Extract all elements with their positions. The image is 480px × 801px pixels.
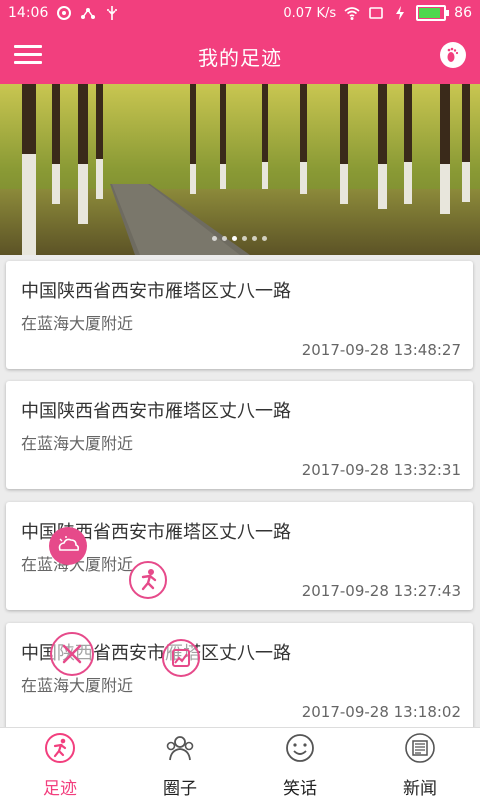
carousel-dot[interactable] (212, 236, 217, 241)
record-time: 2017-09-28 13:48:27 (301, 341, 461, 359)
app-bar: 我的足迹 (0, 28, 480, 84)
newspaper-icon (405, 733, 435, 763)
carousel-dot[interactable] (242, 236, 247, 241)
bottom-navigation: 足迹 圈子 笑话 新闻 (0, 727, 480, 801)
record-nearby: 在蓝海大厦附近 (21, 314, 134, 333)
record-address: 中国陕西省西安市雁塔区丈八一路 (21, 281, 291, 302)
carousel-dot[interactable] (262, 236, 267, 241)
smiley-icon (286, 734, 314, 762)
running-button[interactable] (129, 561, 167, 599)
chart-icon (172, 649, 190, 667)
nav-label: 圈子 (163, 779, 197, 799)
record-time: 2017-09-28 13:32:31 (301, 461, 461, 479)
chart-button[interactable] (162, 639, 200, 677)
carousel-dot[interactable] (252, 236, 257, 241)
running-icon (45, 733, 75, 763)
footprint-record-card[interactable]: 中国陕西省西安市雁塔区丈八一路 在蓝海大厦附近 2017-09-28 13:32:3… (6, 381, 473, 489)
forest-path-photo (0, 84, 480, 255)
footprint-record-card[interactable]: 中国陕西省西安市雁塔区丈八一路 在蓝海大厦附近 2017-09-28 13:48:2… (6, 261, 473, 369)
nav-item-footprint[interactable]: 足迹 (0, 728, 120, 801)
footprint-icon[interactable] (440, 42, 466, 68)
wifi-icon (344, 7, 360, 20)
battery-level: 86 (454, 5, 472, 21)
network-speed: 0.07 K/s (283, 5, 337, 21)
group-icon (166, 736, 194, 761)
weather-button[interactable] (49, 527, 87, 565)
nav-item-news[interactable]: 新闻 (360, 728, 480, 801)
close-icon (62, 644, 82, 664)
banner-carousel[interactable] (0, 84, 480, 255)
running-icon (141, 569, 157, 591)
record-time: 2017-09-28 13:27:43 (301, 582, 461, 600)
carousel-dot[interactable] (222, 236, 227, 241)
record-address: 中国陕西省西安市雁塔区丈八一路 (21, 401, 291, 422)
charging-icon (396, 6, 405, 20)
app-notification-icon (57, 6, 72, 20)
page-title: 我的足迹 (198, 46, 282, 70)
status-time: 14:06 (8, 5, 49, 21)
share-icon (81, 8, 96, 19)
nav-label: 笑话 (283, 779, 317, 799)
status-bar: 14:06 0.07 K/s 86 (0, 0, 480, 28)
screen-icon (369, 7, 383, 19)
carousel-dot[interactable] (232, 236, 237, 241)
weather-icon (58, 536, 80, 551)
usb-icon (107, 6, 118, 20)
close-button[interactable] (50, 632, 94, 676)
record-time: 2017-09-28 13:18:02 (301, 703, 461, 721)
nav-label: 新闻 (403, 779, 437, 799)
nav-item-circle[interactable]: 圈子 (120, 728, 240, 801)
record-nearby: 在蓝海大厦附近 (21, 434, 134, 453)
nav-item-jokes[interactable]: 笑话 (240, 728, 360, 801)
battery-icon (416, 5, 450, 21)
nav-label: 足迹 (43, 779, 77, 799)
